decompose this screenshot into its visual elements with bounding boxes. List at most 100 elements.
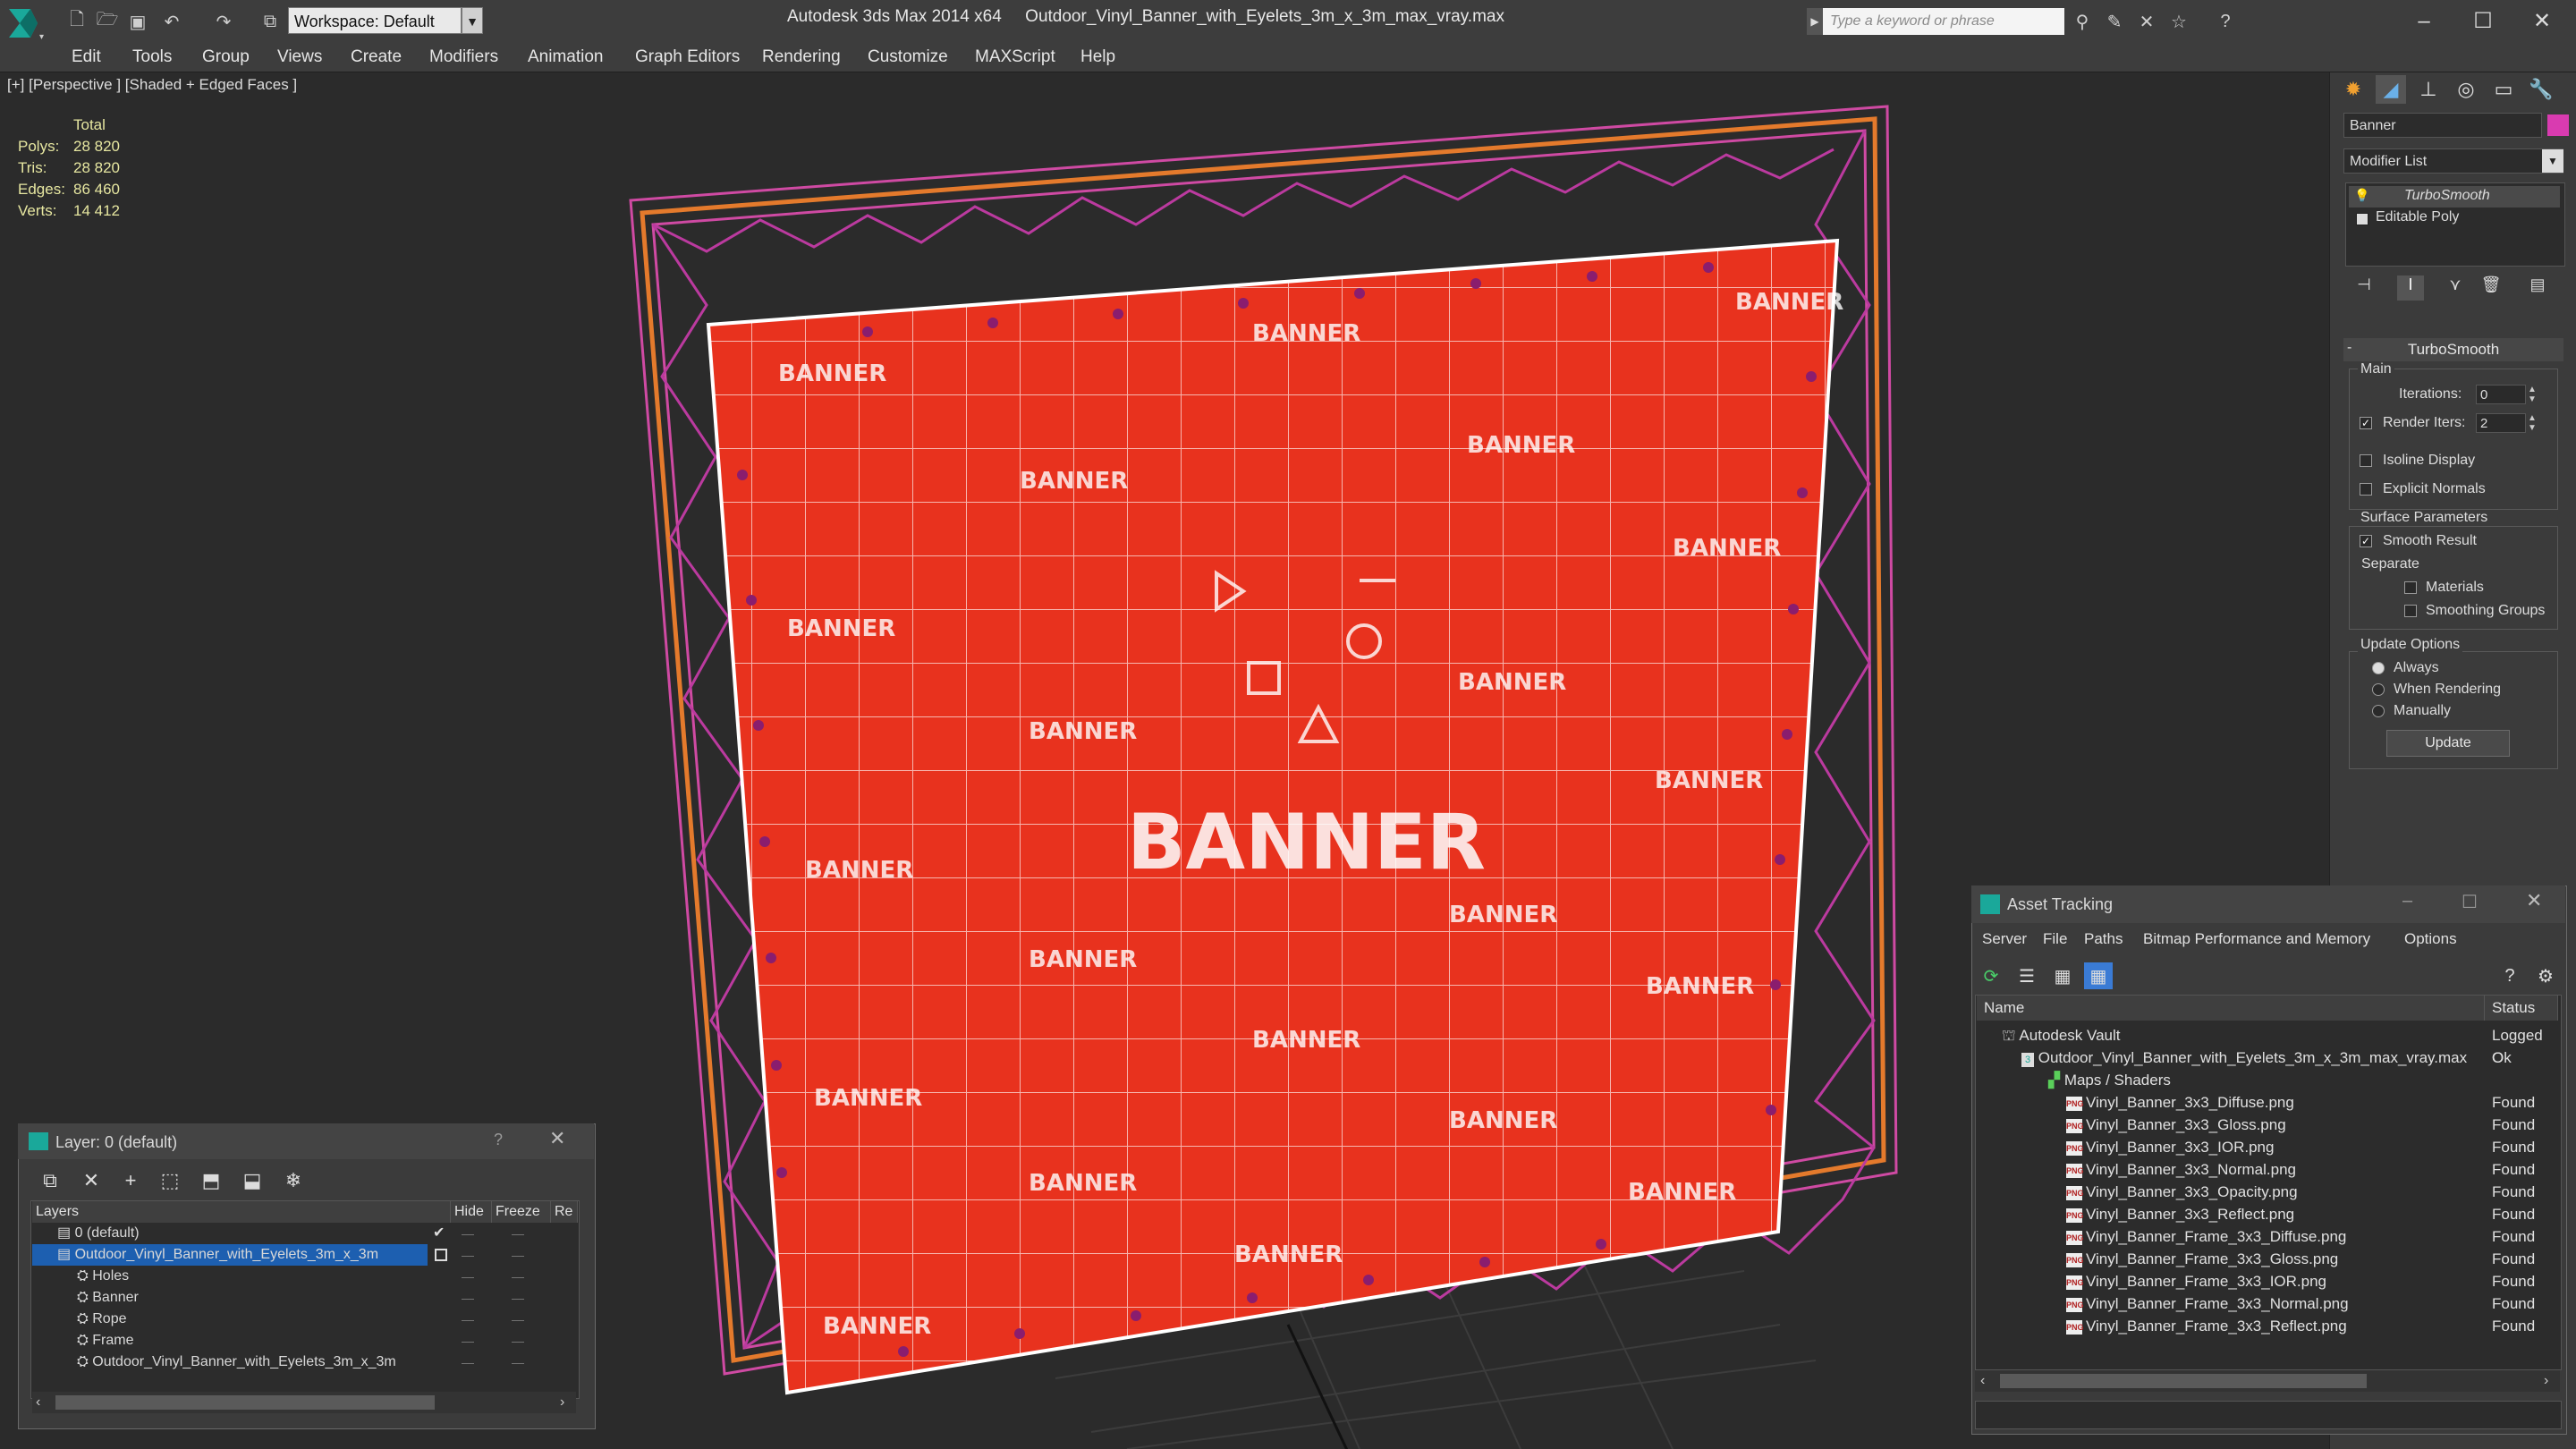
- render-iters-checkbox[interactable]: ✓: [2360, 417, 2372, 429]
- update-button[interactable]: Update: [2386, 730, 2510, 757]
- project-folder-icon[interactable]: ⧉: [258, 9, 283, 34]
- isoline-display-checkbox[interactable]: [2360, 454, 2372, 467]
- subscription-icon[interactable]: ✎: [2102, 9, 2127, 34]
- manually-radio[interactable]: [2372, 705, 2385, 717]
- hierarchy-tab-icon[interactable]: ⊥: [2413, 75, 2444, 104]
- menu-customize[interactable]: Customize: [868, 43, 948, 72]
- table-view-icon[interactable]: ▦: [2084, 962, 2113, 989]
- modifier-list-dropdown[interactable]: Modifier List: [2343, 148, 2563, 174]
- list-view-icon[interactable]: ☰: [2012, 962, 2041, 989]
- asset-path-field[interactable]: [1975, 1401, 2562, 1429]
- scroll-right-icon[interactable]: ›: [2544, 1370, 2548, 1392]
- col-freeze[interactable]: Freeze: [492, 1201, 551, 1223]
- asset-menu-paths[interactable]: Paths: [2084, 930, 2123, 948]
- asset-row[interactable]: PNG Vinyl_Banner_Frame_3x3_Gloss.png Found: [1977, 1248, 2558, 1270]
- close-icon[interactable]: ✕: [2515, 4, 2569, 39]
- help-icon[interactable]: ?: [2496, 962, 2524, 989]
- hide-all-icon[interactable]: ⬓: [238, 1166, 267, 1195]
- asset-row[interactable]: PNG Vinyl_Banner_3x3_Reflect.png Found: [1977, 1203, 2558, 1225]
- communication-icon[interactable]: ✕: [2134, 9, 2159, 34]
- scroll-right-icon[interactable]: ›: [560, 1392, 564, 1413]
- binoculars-icon[interactable]: ⚲: [2070, 9, 2095, 34]
- iterations-spinner[interactable]: 0: [2476, 385, 2526, 404]
- configure-sets-icon[interactable]: ▤: [2524, 275, 2551, 301]
- when-rendering-radio[interactable]: [2372, 683, 2385, 696]
- close-icon[interactable]: ✕: [2526, 889, 2542, 912]
- spinner-arrows-icon[interactable]: ▲ ▼: [2528, 413, 2537, 433]
- scrollbar-thumb[interactable]: [2000, 1374, 2367, 1388]
- menu-views[interactable]: Views: [277, 43, 322, 72]
- asset-row[interactable]: PNG Vinyl_Banner_Frame_3x3_Normal.png Foun…: [1977, 1292, 2558, 1315]
- app-logo-icon[interactable]: ▾: [4, 4, 50, 43]
- scroll-left-icon[interactable]: ‹: [36, 1392, 40, 1413]
- freeze-toggle[interactable]: —: [512, 1330, 524, 1352]
- menu-modifiers[interactable]: Modifiers: [429, 43, 498, 72]
- redo-icon[interactable]: ↷: [211, 9, 236, 34]
- menu-animation[interactable]: Animation: [528, 43, 604, 72]
- lightbulb-icon[interactable]: 💡: [2354, 188, 2369, 203]
- modify-tab-icon[interactable]: ◢: [2376, 75, 2406, 104]
- chevron-down-icon[interactable]: ▼: [2542, 149, 2563, 173]
- smoothing-groups-checkbox[interactable]: [2404, 605, 2417, 617]
- menu-graph-editors[interactable]: Graph Editors: [635, 43, 740, 72]
- workspace-dropdown[interactable]: Workspace: Default: [288, 7, 462, 34]
- object-name-field[interactable]: Banner: [2343, 113, 2542, 138]
- remove-modifier-icon[interactable]: 🗑: [2478, 275, 2504, 301]
- motion-tab-icon[interactable]: ◎: [2451, 75, 2481, 104]
- search-expand-icon[interactable]: ▶: [1807, 8, 1823, 35]
- menu-help[interactable]: Help: [1080, 43, 1115, 72]
- asset-row[interactable]: PNG Vinyl_Banner_3x3_Gloss.png Found: [1977, 1114, 2558, 1136]
- freeze-all-icon[interactable]: ❄: [279, 1166, 308, 1195]
- menu-rendering[interactable]: Rendering: [762, 43, 841, 72]
- asset-row[interactable]: PNG Vinyl_Banner_3x3_IOR.png Found: [1977, 1136, 2558, 1158]
- layer-row[interactable]: ⛭ Outdoor_Vinyl_Banner_with_Eyelets_3m_x…: [32, 1352, 576, 1373]
- highlight-layer-icon[interactable]: ⬒: [197, 1166, 225, 1195]
- new-file-icon[interactable]: 🗋: [64, 9, 89, 34]
- asset-row[interactable]: PNG Vinyl_Banner_3x3_Normal.png Found: [1977, 1158, 2558, 1181]
- layer-row[interactable]: ⛭ Banner — —: [32, 1287, 576, 1309]
- materials-checkbox[interactable]: [2404, 581, 2417, 594]
- asset-menu-server[interactable]: Server: [1982, 930, 2027, 948]
- layer-row-selected[interactable]: ▤ Outdoor_Vinyl_Banner_with_Eyelets_3m_x…: [32, 1244, 428, 1266]
- spinner-arrows-icon[interactable]: ▲ ▼: [2528, 385, 2537, 404]
- freeze-toggle[interactable]: —: [512, 1309, 524, 1330]
- freeze-toggle[interactable]: —: [512, 1266, 524, 1287]
- scroll-left-icon[interactable]: ‹: [1980, 1370, 1985, 1392]
- asset-row[interactable]: ⛫ Autodesk Vault Logged O: [1977, 1024, 2558, 1066]
- minimize-icon[interactable]: –: [2397, 4, 2451, 39]
- col-layers[interactable]: Layers: [32, 1201, 451, 1223]
- maximize-icon[interactable]: ☐: [2462, 891, 2478, 913]
- scrollbar-thumb[interactable]: [55, 1395, 435, 1410]
- freeze-toggle[interactable]: —: [512, 1352, 524, 1373]
- hide-toggle[interactable]: —: [462, 1244, 474, 1266]
- delete-layer-icon[interactable]: ✕: [77, 1166, 106, 1195]
- layer-row[interactable]: ⛭ Holes — —: [32, 1266, 576, 1287]
- menu-edit[interactable]: Edit: [72, 43, 101, 72]
- turbosmooth-rollout-header[interactable]: TurboSmooth: [2343, 338, 2563, 361]
- hide-toggle[interactable]: —: [462, 1223, 474, 1244]
- asset-row[interactable]: PNG Vinyl_Banner_Frame_3x3_IOR.png Found: [1977, 1270, 2558, 1292]
- create-tab-icon[interactable]: ✹: [2338, 75, 2368, 104]
- col-render[interactable]: Re: [551, 1201, 578, 1223]
- always-radio[interactable]: [2372, 662, 2385, 674]
- asset-menu-file[interactable]: File: [2043, 930, 2067, 948]
- new-layer-icon[interactable]: ⧉: [36, 1166, 64, 1195]
- asset-row[interactable]: PNG Vinyl_Banner_Frame_3x3_Diffuse.png Fou…: [1977, 1225, 2558, 1248]
- object-color-swatch[interactable]: [2547, 114, 2569, 136]
- maximize-icon[interactable]: ☐: [2456, 4, 2510, 39]
- freeze-toggle[interactable]: —: [512, 1244, 524, 1266]
- select-objects-icon[interactable]: ⬚: [156, 1166, 184, 1195]
- search-input[interactable]: Type a keyword or phrase: [1823, 8, 2064, 35]
- undo-icon[interactable]: ↶: [159, 9, 184, 34]
- menu-maxscript[interactable]: MAXScript: [975, 43, 1055, 72]
- menu-create[interactable]: Create: [351, 43, 402, 72]
- make-unique-icon[interactable]: ⋎: [2442, 275, 2469, 301]
- open-file-icon[interactable]: 🗁: [95, 9, 120, 34]
- hide-toggle[interactable]: —: [462, 1309, 474, 1330]
- display-tab-icon[interactable]: ▭: [2488, 75, 2519, 104]
- hide-toggle[interactable]: —: [462, 1352, 474, 1373]
- current-layer-box-icon[interactable]: [435, 1249, 447, 1261]
- refresh-icon[interactable]: ⟳: [1977, 962, 2005, 989]
- rollout-collapse-icon[interactable]: -: [2347, 340, 2351, 356]
- close-icon[interactable]: ✕: [549, 1127, 565, 1150]
